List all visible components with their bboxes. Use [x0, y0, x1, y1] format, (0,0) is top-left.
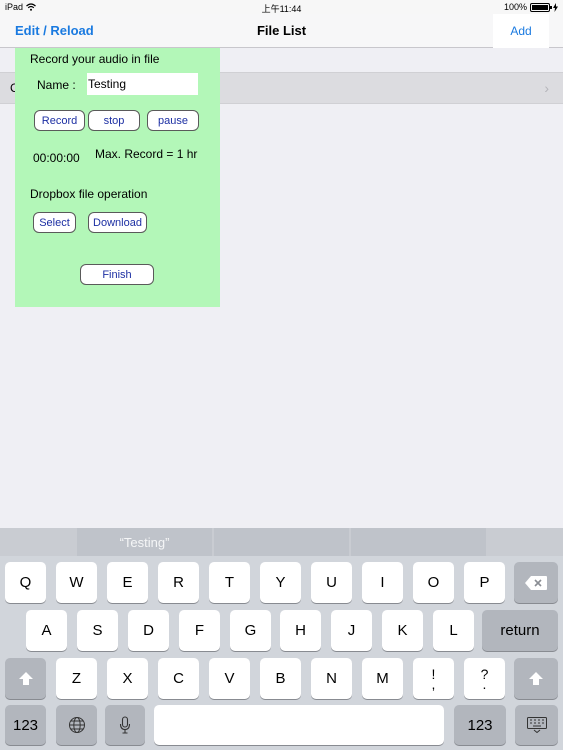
key-f[interactable]: F: [179, 610, 220, 651]
record-panel: Record your audio in file Name : Record …: [15, 48, 220, 307]
finish-button[interactable]: Finish: [80, 264, 154, 285]
key-question-period[interactable]: ? .: [464, 658, 505, 699]
key-o[interactable]: O: [413, 562, 454, 603]
key-e[interactable]: E: [107, 562, 148, 603]
globe-key[interactable]: [56, 705, 97, 745]
suggestion-bar: “Testing”: [0, 528, 563, 556]
key-n[interactable]: N: [311, 658, 352, 699]
pause-button[interactable]: pause: [147, 110, 199, 131]
battery-icon: [530, 2, 552, 12]
key-a[interactable]: A: [26, 610, 67, 651]
key-u[interactable]: U: [311, 562, 352, 603]
shift-icon: [529, 672, 543, 685]
key-p[interactable]: P: [464, 562, 505, 603]
shift-key-right[interactable]: [514, 658, 558, 699]
key-exclaim-comma[interactable]: ! ,: [413, 658, 454, 699]
name-label: Name :: [37, 78, 76, 92]
key-y[interactable]: Y: [260, 562, 301, 603]
key-k[interactable]: K: [382, 610, 423, 651]
key-h[interactable]: H: [280, 610, 321, 651]
key-r[interactable]: R: [158, 562, 199, 603]
space-bar[interactable]: [154, 705, 444, 745]
key-exclaim-bottom: ,: [431, 675, 436, 692]
chevron-right-icon: ›: [544, 80, 549, 96]
keyboard-hide-icon: [526, 717, 547, 733]
key-question-bottom: .: [482, 675, 487, 692]
key-t[interactable]: T: [209, 562, 250, 603]
page-title: File List: [256, 23, 307, 38]
suggestion-item-empty[interactable]: [214, 528, 349, 556]
key-i[interactable]: I: [362, 562, 403, 603]
battery-percent: 100%: [503, 2, 527, 12]
stop-button[interactable]: stop: [88, 110, 140, 131]
key-g[interactable]: G: [230, 610, 271, 651]
key-l[interactable]: L: [433, 610, 474, 651]
record-button[interactable]: Record: [34, 110, 85, 131]
shift-icon: [18, 672, 33, 685]
key-x[interactable]: X: [107, 658, 148, 699]
select-button[interactable]: Select: [33, 212, 76, 233]
return-key[interactable]: return: [482, 610, 558, 651]
keyboard: “Testing” Q W E R T Y U I O P A S D F G …: [0, 528, 563, 750]
status-bar: iPad 上午11:44 100%: [0, 0, 563, 14]
hide-keyboard-key[interactable]: [515, 705, 558, 745]
key-b[interactable]: B: [260, 658, 301, 699]
globe-icon: [68, 717, 85, 733]
download-button[interactable]: Download: [88, 212, 147, 233]
add-button[interactable]: Add: [493, 14, 549, 48]
key-c[interactable]: C: [158, 658, 199, 699]
delete-key[interactable]: [514, 562, 558, 603]
record-timer: 00:00:00: [33, 151, 80, 165]
key-s[interactable]: S: [77, 610, 118, 651]
microphone-icon: [119, 716, 131, 734]
record-heading: Record your audio in file: [30, 52, 160, 66]
key-d[interactable]: D: [128, 610, 169, 651]
bolt-icon: [553, 2, 558, 12]
max-record-label: Max. Record = 1 hr: [95, 147, 198, 161]
suggestion-item-empty[interactable]: [351, 528, 486, 556]
shift-key-left[interactable]: [5, 658, 46, 699]
key-q[interactable]: Q: [5, 562, 46, 603]
key-w[interactable]: W: [56, 562, 97, 603]
key-z[interactable]: Z: [56, 658, 97, 699]
key-v[interactable]: V: [209, 658, 250, 699]
numbers-key-left[interactable]: 123: [5, 705, 46, 745]
backspace-icon: [525, 575, 547, 590]
dictation-key[interactable]: [105, 705, 145, 745]
key-m[interactable]: M: [362, 658, 403, 699]
dropbox-heading: Dropbox file operation: [30, 187, 148, 201]
key-j[interactable]: J: [331, 610, 372, 651]
navigation-bar: Edit / Reload File List Add: [0, 14, 563, 48]
suggestion-item[interactable]: “Testing”: [77, 528, 212, 556]
name-input[interactable]: [87, 73, 198, 95]
numbers-key-right[interactable]: 123: [454, 705, 506, 745]
